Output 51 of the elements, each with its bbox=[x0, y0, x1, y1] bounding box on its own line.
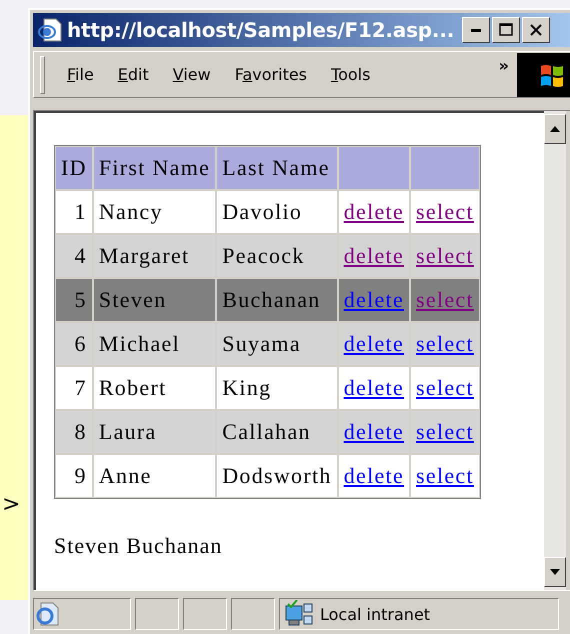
close-icon bbox=[530, 24, 542, 36]
down-arrow-icon bbox=[550, 569, 560, 576]
close-button[interactable] bbox=[522, 16, 550, 43]
minimize-icon bbox=[471, 28, 482, 32]
page-icon bbox=[37, 16, 63, 43]
table-cell: Suyama bbox=[216, 322, 338, 366]
table-cell: King bbox=[216, 366, 338, 410]
code-text: > bbox=[1, 494, 22, 516]
up-arrow-icon bbox=[550, 126, 560, 132]
status-panel bbox=[183, 598, 227, 630]
scroll-down-button[interactable] bbox=[544, 557, 566, 588]
column-header: First Name bbox=[92, 146, 216, 190]
more-menu-chevron[interactable]: » bbox=[498, 56, 509, 75]
table-cell: 1 bbox=[55, 190, 93, 234]
table-cell: Anne bbox=[92, 454, 216, 498]
table-cell: Callahan bbox=[216, 410, 338, 454]
menu-item[interactable]: Tools bbox=[331, 65, 370, 84]
menu-item[interactable]: Favorites bbox=[234, 65, 308, 84]
maximize-button[interactable] bbox=[492, 16, 520, 43]
maximize-icon bbox=[499, 23, 514, 36]
table-cell: Michael bbox=[92, 322, 216, 366]
table-cell: Margaret bbox=[92, 234, 216, 278]
menu-item[interactable]: File bbox=[67, 65, 94, 84]
window-title: http://localhost/Samples/F12.asp... bbox=[67, 18, 454, 42]
table-cell: Buchanan bbox=[216, 278, 338, 322]
table-cell: Laura bbox=[92, 410, 216, 454]
table-cell: Nancy bbox=[92, 190, 216, 234]
table-cell: 8 bbox=[55, 410, 93, 454]
table-cell: Dodsworth bbox=[216, 454, 338, 498]
minimize-button[interactable] bbox=[462, 16, 490, 43]
scroll-up-button[interactable] bbox=[544, 114, 566, 144]
menu-item[interactable]: View bbox=[172, 65, 211, 84]
page-icon bbox=[34, 601, 60, 628]
toolbar-grip[interactable] bbox=[40, 56, 45, 94]
table-cell: Peacock bbox=[216, 234, 338, 278]
column-header: ID bbox=[55, 146, 93, 190]
selected-name-text: Steven Buchanan bbox=[54, 533, 222, 560]
status-panel bbox=[135, 598, 179, 630]
menu-item[interactable]: Edit bbox=[118, 65, 149, 84]
zone-label: Local intranet bbox=[320, 604, 430, 624]
scrollbar[interactable] bbox=[544, 111, 566, 590]
table-cell: 7 bbox=[55, 366, 93, 410]
table-cell: Davolio bbox=[216, 190, 338, 234]
column-header: Last Name bbox=[216, 146, 338, 190]
table-cell: 6 bbox=[55, 322, 93, 366]
table-cell: 4 bbox=[55, 234, 93, 278]
table-cell: 9 bbox=[55, 454, 93, 498]
status-panel bbox=[231, 598, 275, 630]
table-cell: Robert bbox=[92, 366, 216, 410]
table-cell: 5 bbox=[55, 278, 93, 322]
table-cell: Steven bbox=[92, 278, 216, 322]
